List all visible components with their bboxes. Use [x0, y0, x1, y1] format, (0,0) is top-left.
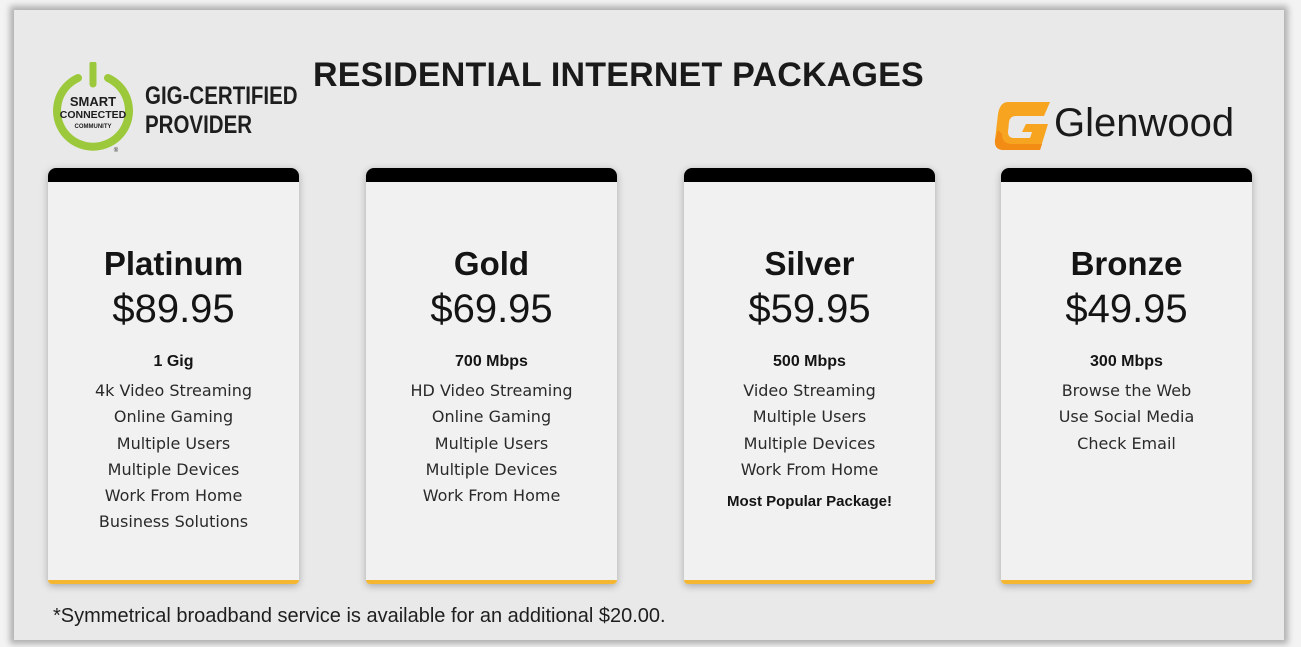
badge-mark: ® [114, 147, 119, 154]
card-top-bar [48, 168, 299, 182]
feature-item: 4k Video Streaming [94, 381, 253, 400]
package-name: Platinum [103, 245, 244, 282]
feature-item: Work From Home [740, 459, 879, 479]
card-top-bar [1001, 168, 1252, 182]
card-accent-bar [366, 580, 617, 584]
certification-line1: GIG-CERTIFIED [145, 82, 298, 110]
package-speed: 300 Mbps [1090, 353, 1163, 370]
feature-item: Work From Home [104, 486, 243, 506]
glenwood-g-icon [994, 102, 1050, 150]
package-card-silver: Silver $59.95 500 Mbps Video Streaming M… [684, 168, 935, 584]
feature-item: Browse the Web [1061, 381, 1192, 400]
package-card-platinum: Platinum $89.95 1 Gig 4k Video Streaming… [48, 168, 299, 584]
package-price: $59.95 [748, 287, 871, 331]
certification-line2: PROVIDER [145, 111, 253, 139]
package-speed: 500 Mbps [773, 353, 846, 370]
feature-item: HD Video Streaming [410, 381, 573, 400]
card-accent-bar [48, 580, 299, 584]
feature-item: Multiple Devices [743, 433, 876, 453]
feature-list: Video Streaming Multiple Users Multiple … [684, 378, 935, 483]
feature-item: Multiple Devices [107, 459, 240, 479]
package-name: Gold [453, 245, 530, 282]
package-price: $69.95 [430, 287, 553, 331]
package-speed: 700 Mbps [455, 353, 528, 370]
package-price: $89.95 [112, 287, 235, 331]
feature-item: Multiple Users [116, 433, 231, 453]
popular-badge: Most Popular Package! [726, 493, 893, 511]
card-top-bar [684, 168, 935, 182]
feature-item: Business Solutions [98, 512, 249, 532]
brand-logo: Glenwood [994, 100, 1234, 156]
card-accent-bar [1001, 580, 1252, 584]
footnote: *Symmetrical broadband service is availa… [53, 605, 666, 627]
feature-item: Multiple Users [752, 407, 867, 427]
feature-list: HD Video Streaming Online Gaming Multipl… [366, 378, 617, 509]
card-top-bar [366, 168, 617, 182]
card-accent-bar [684, 580, 935, 584]
feature-item: Online Gaming [431, 407, 552, 427]
badge-line2: CONNECTED [60, 109, 127, 121]
feature-item: Work From Home [422, 486, 561, 506]
feature-item: Multiple Devices [425, 459, 558, 479]
package-card-bronze: Bronze $49.95 300 Mbps Browse the Web Us… [1001, 168, 1252, 584]
package-name: Bronze [1070, 245, 1183, 282]
power-badge-icon: SMART CONNECTED COMMUNITY ® [53, 62, 133, 154]
feature-item: Online Gaming [113, 407, 234, 427]
badge-line1: SMART [70, 94, 116, 109]
package-name: Silver [764, 245, 855, 282]
feature-item: Multiple Users [434, 433, 549, 453]
package-price: $49.95 [1065, 287, 1188, 331]
page-title: RESIDENTIAL INTERNET PACKAGES [313, 56, 924, 94]
feature-item: Check Email [1077, 433, 1176, 453]
feature-list: Browse the Web Use Social Media Check Em… [1001, 378, 1252, 457]
feature-list: 4k Video Streaming Online Gaming Multipl… [48, 378, 299, 536]
package-card-gold: Gold $69.95 700 Mbps HD Video Streaming … [366, 168, 617, 584]
feature-item: Use Social Media [1058, 407, 1195, 427]
feature-item: Video Streaming [743, 381, 876, 400]
package-speed: 1 Gig [153, 353, 194, 370]
certification-text: GIG-CERTIFIED PROVIDER [145, 82, 298, 140]
badge-line3: COMMUNITY [75, 124, 112, 130]
brand-name: Glenwood [1054, 101, 1235, 145]
